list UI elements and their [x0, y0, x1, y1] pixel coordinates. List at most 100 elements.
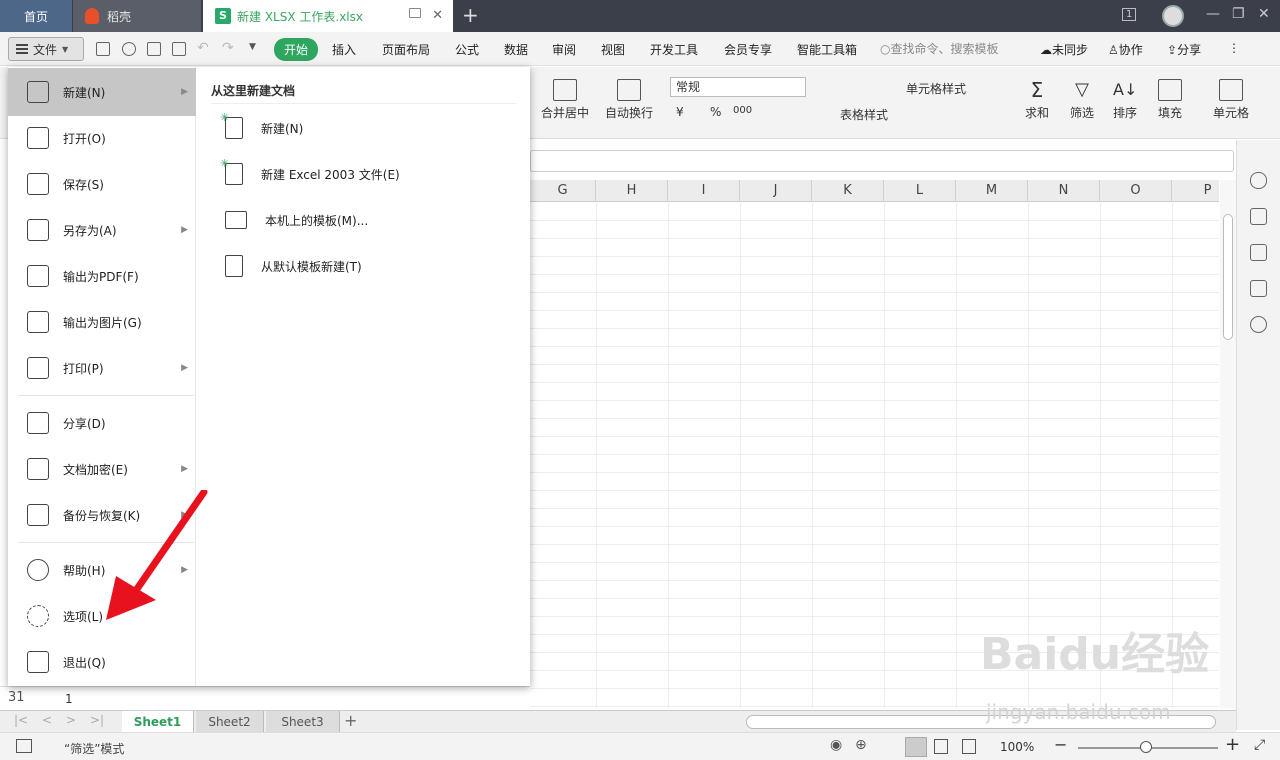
- command-search-input[interactable]: ○查找命令、搜索模板: [874, 39, 1012, 59]
- submenu-item-new[interactable]: ✳ 新建(N): [220, 111, 303, 141]
- close-tab-icon[interactable]: ✕: [432, 8, 443, 23]
- layout-mode-icon[interactable]: ⊕: [855, 737, 867, 753]
- sheet-tab-1[interactable]: Sheet1: [122, 711, 194, 733]
- window-layout-icon[interactable]: 1: [1122, 8, 1137, 21]
- sheet-tab-2[interactable]: Sheet2: [196, 711, 264, 733]
- pdf-icon: [27, 265, 49, 287]
- save-quick-icon[interactable]: [96, 42, 110, 56]
- sheet-nav-first-icon[interactable]: |<: [14, 713, 28, 727]
- submenu-item-default-template[interactable]: 从默认模板新建(T): [225, 253, 362, 279]
- menu-item-encrypt[interactable]: 文档加密(E) ▶: [8, 446, 196, 492]
- menu-item-save-as-label: 另存为(A): [63, 223, 117, 238]
- tab-daoke[interactable]: 稻壳: [73, 0, 201, 32]
- page-break-view-icon[interactable]: [962, 739, 976, 754]
- fullscreen-icon[interactable]: ⤢: [1254, 737, 1265, 753]
- undo-icon[interactable]: ↶: [197, 40, 209, 56]
- menu-item-print[interactable]: 打印(P) ▶: [8, 345, 196, 391]
- more-options-icon[interactable]: ⋮: [1228, 41, 1240, 55]
- thousands-button[interactable]: 000: [733, 105, 752, 116]
- page-layout-view-icon[interactable]: [934, 739, 948, 754]
- close-window-icon[interactable]: ✕: [1258, 6, 1270, 22]
- tab-page-layout[interactable]: 页面布局: [382, 41, 430, 58]
- cell-button[interactable]: 单元格: [1208, 79, 1254, 121]
- tab-home[interactable]: 首页: [0, 0, 72, 32]
- cell-a31[interactable]: 1: [65, 692, 73, 706]
- tab-view[interactable]: 视图: [601, 41, 625, 58]
- filter-button[interactable]: ▽ 筛选: [1065, 79, 1099, 121]
- sum-button[interactable]: Σ 求和: [1020, 79, 1054, 121]
- chevron-down-icon: ▼: [62, 44, 69, 54]
- file-menu-button[interactable]: 文件 ▼: [8, 37, 84, 61]
- sheet-nav-next-icon[interactable]: >: [66, 713, 76, 727]
- tab-insert[interactable]: 插入: [332, 41, 356, 58]
- fill-button[interactable]: 填充: [1153, 79, 1187, 121]
- merge-center-button[interactable]: 合并居中: [536, 79, 594, 121]
- menu-item-export-image[interactable]: 输出为图片(G): [8, 299, 196, 345]
- sync-button[interactable]: ☁未同步: [1040, 41, 1088, 58]
- zoom-level[interactable]: 100%: [1000, 740, 1034, 754]
- printer-icon: [27, 357, 49, 379]
- restore-icon[interactable]: ❐: [1232, 6, 1245, 22]
- zoom-out-icon[interactable]: −: [1054, 735, 1067, 754]
- rocket-icon[interactable]: [1250, 172, 1267, 189]
- sheet-tab-3[interactable]: Sheet3: [266, 711, 340, 733]
- tab-formula[interactable]: 公式: [455, 41, 479, 58]
- normal-view-icon[interactable]: [905, 737, 927, 757]
- add-sheet-button[interactable]: +: [344, 711, 357, 730]
- share-button[interactable]: ⇪分享: [1167, 41, 1201, 58]
- sheet-nav-last-icon[interactable]: >|: [90, 713, 104, 727]
- sort-button[interactable]: A↓ 排序: [1108, 79, 1142, 121]
- menu-item-export-pdf-label: 输出为PDF(F): [63, 269, 139, 284]
- tab-document[interactable]: S 新建 XLSX 工作表.xlsx ✕: [203, 0, 453, 32]
- pointer-icon[interactable]: [1250, 208, 1267, 225]
- tab-review[interactable]: 审阅: [552, 41, 576, 58]
- cell-style-button[interactable]: 单元格样式: [906, 80, 966, 97]
- menu-item-open[interactable]: 打开(O): [8, 115, 196, 161]
- tab-member[interactable]: 会员专享: [724, 41, 772, 58]
- sheet-nav-prev-icon[interactable]: <: [42, 713, 52, 727]
- submenu-divider: [211, 103, 516, 104]
- tab-developer[interactable]: 开发工具: [650, 41, 698, 58]
- submenu-item-excel2003[interactable]: ✳ 新建 Excel 2003 文件(E): [220, 157, 400, 187]
- export-quick-icon[interactable]: [122, 42, 136, 56]
- tab-start[interactable]: 开始: [274, 38, 319, 61]
- menu-item-save-as[interactable]: 另存为(A) ▶: [8, 207, 196, 253]
- table-style-button[interactable]: 表格样式: [840, 106, 888, 123]
- menu-item-new[interactable]: 新建(N) ▶: [8, 68, 196, 116]
- menu-item-export-pdf[interactable]: 输出为PDF(F): [8, 253, 196, 299]
- tab-data[interactable]: 数据: [504, 41, 528, 58]
- quick-access-more-icon[interactable]: ▼: [249, 42, 256, 52]
- vertical-scrollbar[interactable]: [1220, 180, 1236, 708]
- formula-bar[interactable]: [530, 150, 1234, 172]
- new-tab-button[interactable]: +: [462, 3, 479, 27]
- menu-item-exit[interactable]: 退出(Q): [8, 639, 196, 685]
- zoom-in-icon[interactable]: +: [1225, 734, 1240, 755]
- menu-item-print-label: 打印(P): [63, 361, 104, 376]
- convert-icon[interactable]: [1250, 280, 1267, 297]
- sliders-icon[interactable]: [1250, 244, 1267, 261]
- menu-item-save[interactable]: 保存(S): [8, 161, 196, 207]
- tab-smart-tools[interactable]: 智能工具箱: [797, 41, 859, 58]
- exit-icon: [27, 651, 49, 673]
- wrap-text-button[interactable]: 自动换行: [604, 79, 654, 121]
- preview-quick-icon[interactable]: [172, 42, 186, 56]
- print-quick-icon[interactable]: [147, 42, 161, 56]
- macro-icon[interactable]: [16, 739, 32, 753]
- menu-item-encrypt-label: 文档加密(E): [63, 462, 128, 477]
- vertical-scroll-thumb[interactable]: [1223, 214, 1233, 340]
- pin-tab-icon[interactable]: [409, 8, 421, 18]
- eye-protection-icon[interactable]: ◉: [830, 737, 842, 753]
- currency-button[interactable]: ¥: [676, 105, 684, 119]
- percent-button[interactable]: %: [710, 105, 721, 119]
- redo-icon[interactable]: ↷: [222, 40, 234, 56]
- menu-item-share[interactable]: 分享(D): [8, 400, 196, 446]
- collaborate-button[interactable]: ♙协作: [1108, 41, 1143, 58]
- zoom-slider-knob[interactable]: [1140, 741, 1152, 753]
- file-menu-dropdown: 新建(N) ▶ 打开(O) 保存(S) 另存为(A) ▶ 输出为PDF(F) 输出为…: [8, 67, 530, 686]
- help-circle-icon[interactable]: [1250, 316, 1267, 333]
- number-format-select[interactable]: 常规: [670, 77, 806, 97]
- submenu-item-local-template[interactable]: 本机上的模板(M)...: [225, 207, 368, 233]
- avatar[interactable]: [1162, 5, 1184, 27]
- status-mode: “筛选”模式: [64, 742, 125, 756]
- minimize-icon[interactable]: —: [1206, 6, 1220, 22]
